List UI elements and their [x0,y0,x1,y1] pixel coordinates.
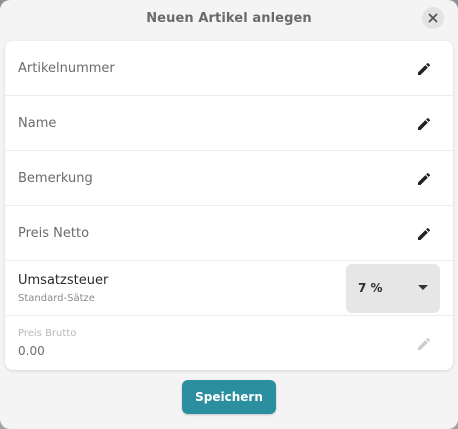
field-preis-brutto: Preis Brutto 0.00 [5,316,453,370]
save-button[interactable]: Speichern [182,380,276,414]
umsatzsteuer-label: Umsatzsteuer [18,273,109,288]
vat-rate-value: 7 % [358,281,383,295]
pencil-icon[interactable] [415,170,433,188]
pencil-icon[interactable] [415,225,433,243]
umsatzsteuer-sublabel: Standard-Sätze [18,293,95,304]
bemerkung-label: Bemerkung [18,171,93,186]
artikelnummer-label: Artikelnummer [18,61,115,76]
field-preis-netto[interactable]: Preis Netto [5,206,453,261]
preis-netto-label: Preis Netto [18,226,90,241]
name-label: Name [18,116,57,131]
field-artikelnummer[interactable]: Artikelnummer [5,41,453,96]
vat-rate-select[interactable]: 7 % [346,264,440,313]
dialog-title: Neuen Artikel anlegen [146,10,312,26]
close-button[interactable] [422,7,444,29]
new-article-dialog: Neuen Artikel anlegen Artikelnummer Name… [0,0,458,429]
close-icon [428,13,438,23]
pencil-icon [415,335,433,353]
field-umsatzsteuer: Umsatzsteuer Standard-Sätze 7 % [5,261,453,316]
dialog-header: Neuen Artikel anlegen [0,0,458,36]
field-bemerkung[interactable]: Bemerkung [5,151,453,206]
preis-brutto-value: 0.00 [18,344,45,358]
preis-brutto-label: Preis Brutto [18,328,77,339]
pencil-icon[interactable] [415,60,433,78]
caret-down-icon [418,285,428,290]
pencil-icon[interactable] [415,115,433,133]
field-name[interactable]: Name [5,96,453,151]
article-form: Artikelnummer Name Bemerkung Preis Netto [5,41,453,370]
